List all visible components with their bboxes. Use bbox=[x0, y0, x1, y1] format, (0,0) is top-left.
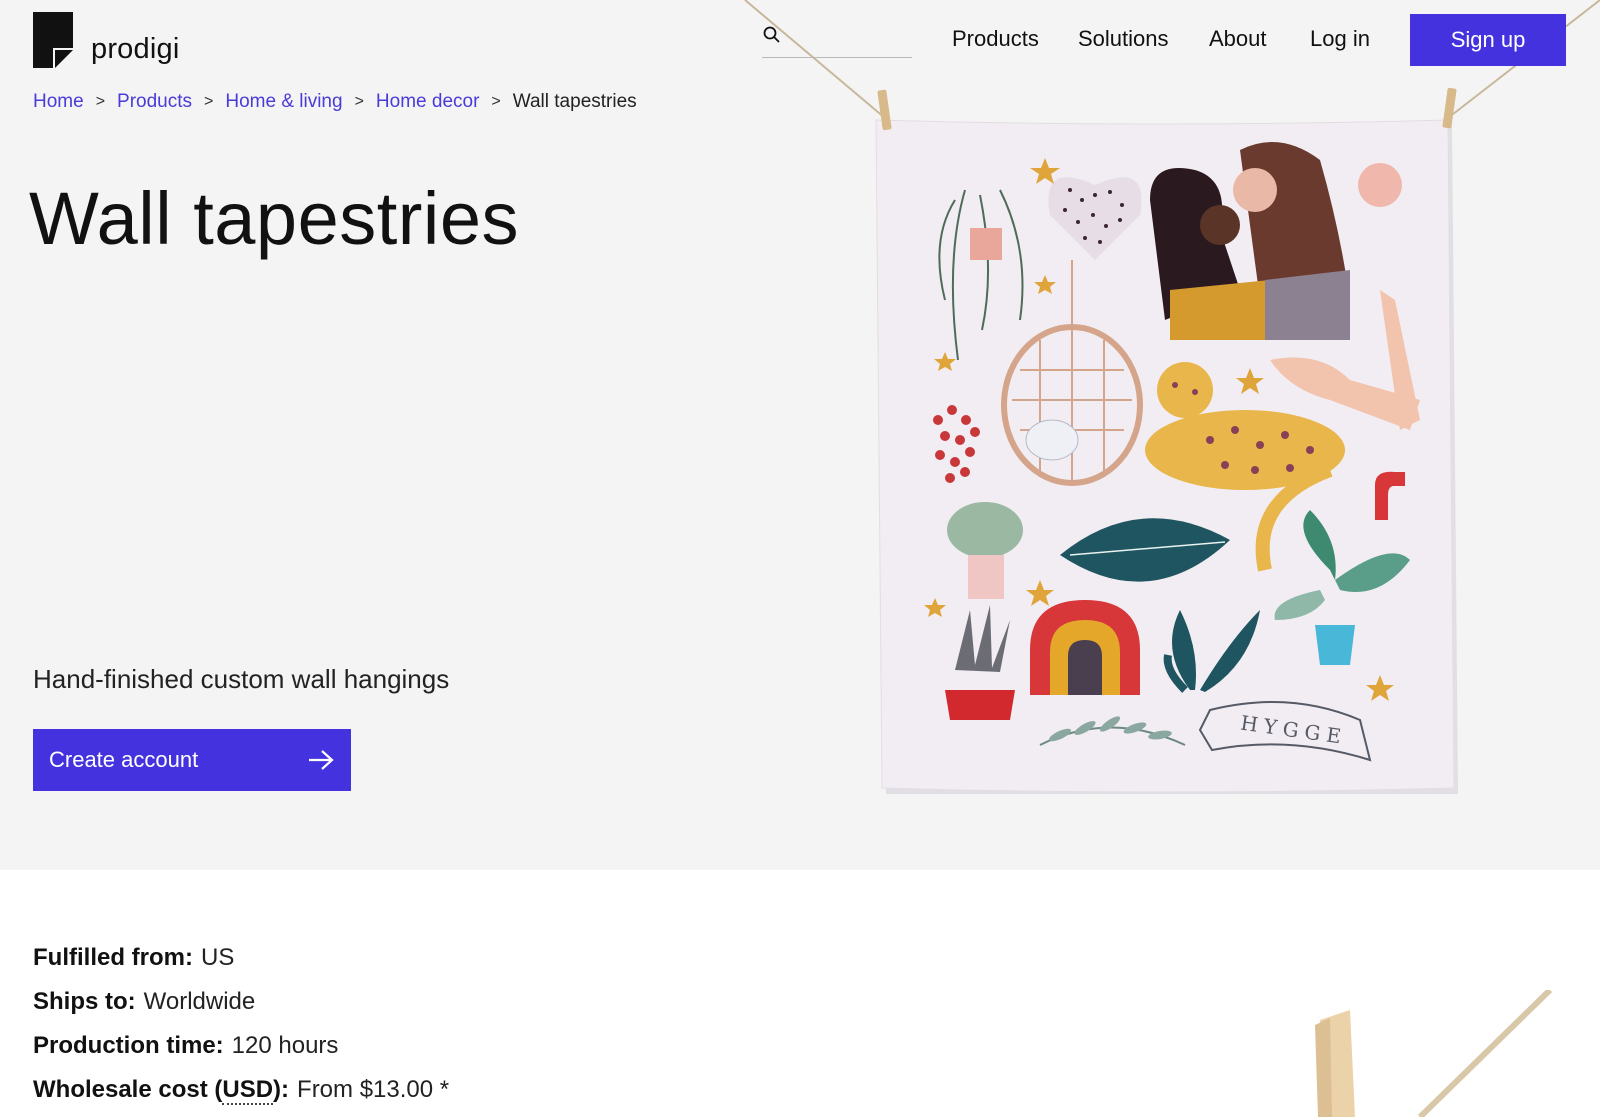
tapestry-product-image: HYGGE bbox=[744, 0, 1600, 794]
spec-label: Wholesale cost (USD): bbox=[33, 1076, 289, 1105]
spec-label-suffix: ): bbox=[273, 1076, 290, 1103]
spec-ships-to: Ships to: Worldwide bbox=[33, 988, 449, 1032]
spec-value: US bbox=[200, 944, 235, 971]
spec-label: Ships to: bbox=[33, 988, 136, 1015]
spec-value: 120 hours bbox=[231, 1032, 339, 1059]
nav-about[interactable]: About bbox=[1209, 26, 1267, 52]
spec-label: Fulfilled from: bbox=[33, 944, 193, 971]
nav-solutions[interactable]: Solutions bbox=[1078, 26, 1169, 52]
search-input[interactable] bbox=[790, 26, 912, 52]
spec-label-prefix: Wholesale cost ( bbox=[33, 1076, 223, 1103]
search-icon[interactable] bbox=[763, 26, 781, 44]
product-specs: Fulfilled from: US Ships to: Worldwide Pro… bbox=[33, 944, 449, 1120]
spec-value: From $13.00 * bbox=[297, 1076, 450, 1103]
spec-label: Production time: bbox=[33, 1032, 224, 1059]
currency-abbreviation[interactable]: USD bbox=[222, 1076, 274, 1105]
clothespin-image bbox=[1315, 990, 1553, 1117]
nav-log-in[interactable]: Log in bbox=[1310, 26, 1370, 52]
spec-wholesale-cost: Wholesale cost (USD): From $13.00 * bbox=[33, 1076, 449, 1120]
hero-section: HYGGE prodigi Products Solutions About L… bbox=[0, 0, 1600, 870]
spec-value: Worldwide bbox=[143, 988, 256, 1015]
nav-products[interactable]: Products bbox=[952, 26, 1039, 52]
spec-production-time: Production time: 120 hours bbox=[33, 1032, 449, 1076]
search-box[interactable] bbox=[762, 22, 912, 58]
spec-fulfilled-from: Fulfilled from: US bbox=[33, 944, 449, 988]
sign-up-button[interactable]: Sign up bbox=[1410, 14, 1566, 66]
